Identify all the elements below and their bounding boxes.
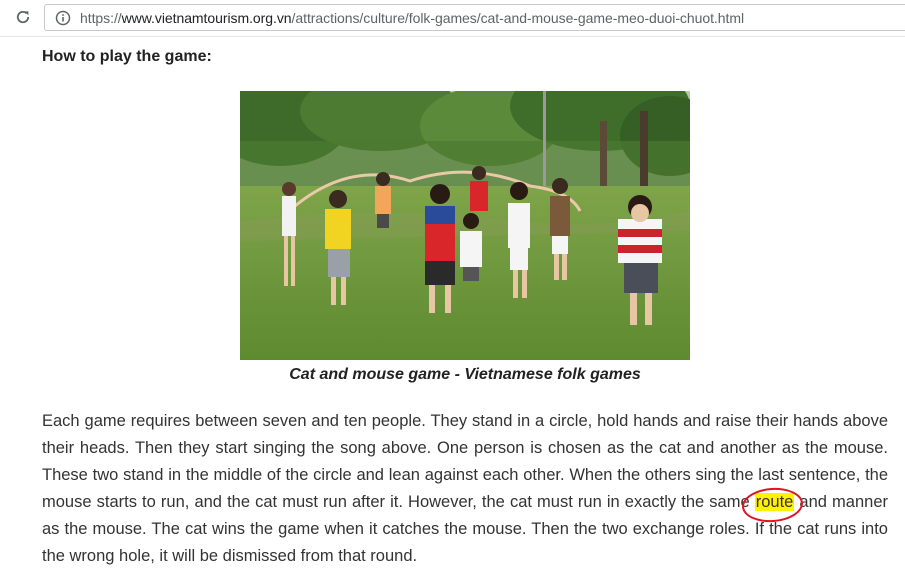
url-path: /attractions/culture/folk-games/cat-and-… (291, 9, 745, 26)
reload-icon (16, 10, 30, 24)
section-heading: How to play the game: (42, 48, 212, 65)
url-scheme: https:// (80, 9, 122, 26)
url-host: www.vietnamtourism.org.vn (121, 9, 292, 26)
highlighted-word-text: route (755, 493, 794, 511)
info-icon[interactable] (55, 10, 71, 26)
browser-toolbar: https://www.vietnamtourism.org.vn/attrac… (0, 0, 905, 37)
article-paragraph: Each game requires between seven and ten… (42, 408, 888, 570)
photo-caption: Cat and mouse game - Vietnamese folk gam… (289, 366, 641, 383)
highlighted-word: route (740, 485, 804, 525)
url-text[interactable]: https://www.vietnamtourism.org.vn/attrac… (80, 10, 744, 26)
address-bar[interactable]: https://www.vietnamtourism.org.vn/attrac… (44, 4, 905, 31)
article-photo (240, 91, 690, 360)
children-playing-photo (240, 91, 690, 360)
reload-button[interactable] (12, 6, 34, 28)
